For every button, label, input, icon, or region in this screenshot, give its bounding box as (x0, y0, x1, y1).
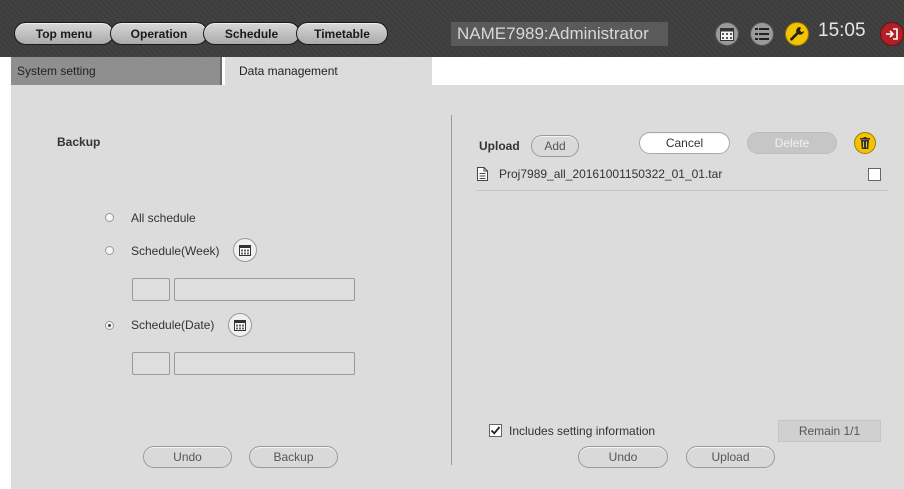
week-year-field[interactable] (132, 278, 170, 301)
tab-bar: System setting Data management (11, 57, 904, 85)
user-name-display: NAME7989:Administrator (451, 22, 668, 46)
tab-data-management[interactable]: Data management (225, 57, 432, 85)
date-range-field[interactable] (174, 352, 355, 375)
backup-button[interactable]: Backup (249, 446, 338, 468)
file-select-checkbox[interactable] (868, 168, 881, 181)
file-name: Proj7989_all_20161001150322_01_01.tar (499, 167, 723, 181)
upload-button[interactable]: Upload (686, 446, 775, 468)
radio-schedule-date-label[interactable]: Schedule(Date) (131, 318, 214, 332)
nav-schedule-button[interactable]: Schedule (203, 22, 300, 45)
file-document-icon (477, 167, 488, 184)
section-divider (451, 115, 452, 465)
backup-title: Backup (57, 135, 101, 149)
file-list-row[interactable]: Proj7989_all_20161001150322_01_01.tar (476, 165, 888, 191)
tab-system-setting[interactable]: System setting (11, 57, 222, 85)
date-year-field[interactable] (132, 352, 170, 375)
week-calendar-icon[interactable] (233, 238, 257, 262)
nav-timetable-button[interactable]: Timetable (296, 22, 388, 45)
data-management-panel: Backup All schedule Schedule(Week) Sched… (11, 85, 904, 489)
cancel-button[interactable]: Cancel (639, 132, 730, 154)
nav-top-menu-button[interactable]: Top menu (14, 22, 114, 45)
add-button[interactable]: Add (531, 135, 579, 157)
radio-schedule-date[interactable] (105, 321, 114, 330)
upload-undo-button[interactable]: Undo (578, 446, 668, 468)
radio-all-schedule-label[interactable]: All schedule (131, 211, 196, 225)
top-bar: Top menu Operation Schedule Timetable NA… (0, 0, 904, 57)
upload-title: Upload (479, 139, 520, 153)
radio-all-schedule[interactable] (105, 213, 114, 222)
logout-icon[interactable] (880, 22, 904, 46)
include-setting-label[interactable]: Includes setting information (509, 424, 655, 438)
include-setting-checkbox[interactable] (489, 424, 502, 437)
remain-counter: Remain 1/1 (778, 420, 881, 442)
wrench-icon[interactable] (785, 22, 809, 46)
trash-icon[interactable] (854, 132, 876, 154)
radio-schedule-week[interactable] (105, 246, 114, 255)
backup-undo-button[interactable]: Undo (143, 446, 232, 468)
nav-operation-button[interactable]: Operation (110, 22, 208, 45)
delete-button: Delete (747, 132, 837, 154)
radio-schedule-week-label[interactable]: Schedule(Week) (131, 244, 220, 258)
date-calendar-icon[interactable] (228, 313, 252, 337)
list-icon[interactable] (750, 22, 774, 46)
calendar-icon[interactable] (715, 22, 739, 46)
clock-time: 15:05 (818, 20, 866, 41)
week-range-field[interactable] (174, 278, 355, 301)
